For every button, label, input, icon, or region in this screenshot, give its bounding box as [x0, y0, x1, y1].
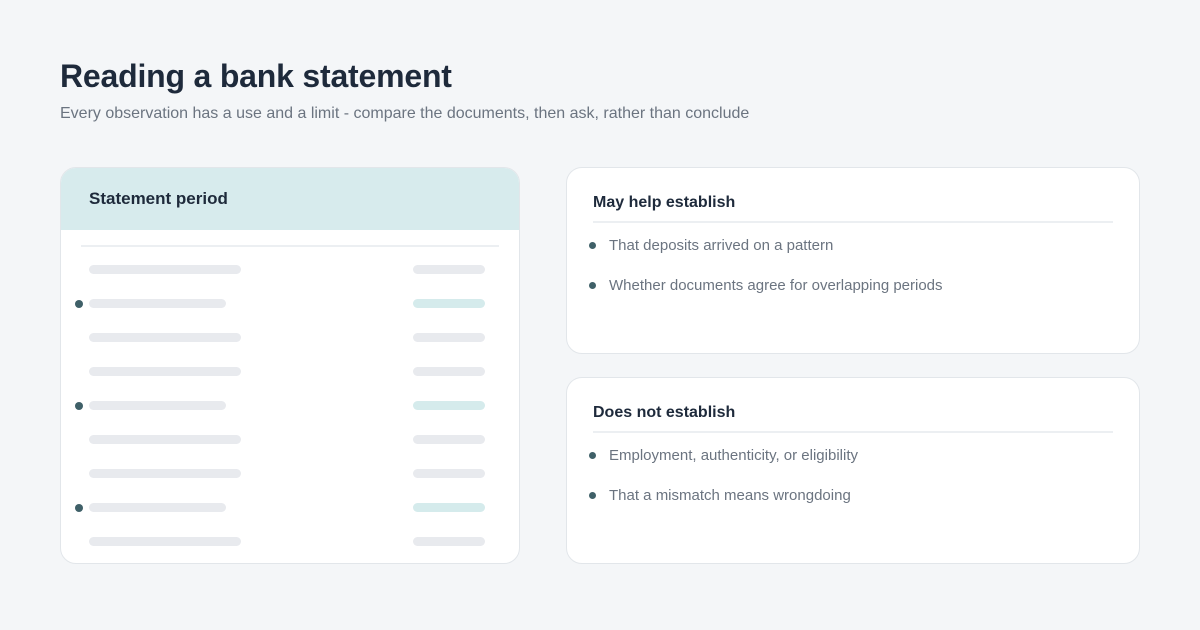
- statement-row: [61, 333, 519, 343]
- flag-dot-icon: [75, 402, 83, 410]
- bullet-icon: [589, 242, 596, 249]
- statement-row: [61, 435, 519, 445]
- bullet-icon: [589, 452, 596, 459]
- list-item-text: That a mismatch means wrongdoing: [609, 487, 851, 504]
- statement-row: [61, 367, 519, 377]
- list-item-text: Whether documents agree for overlapping …: [609, 277, 943, 294]
- row-description-placeholder: [89, 299, 226, 308]
- row-description-placeholder: [89, 367, 241, 376]
- page-subtitle: Every observation has a use and a limit …: [60, 105, 750, 122]
- row-description-placeholder: [89, 469, 241, 478]
- statement-row-flagged: [61, 299, 519, 309]
- row-description-placeholder: [89, 401, 226, 410]
- row-amount-placeholder: [413, 401, 485, 410]
- list-item: Whether documents agree for overlapping …: [589, 276, 943, 316]
- row-amount-placeholder: [413, 503, 485, 512]
- statement-rows: [61, 168, 519, 563]
- does-not-list: Employment, authenticity, or eligibility…: [589, 446, 858, 526]
- row-amount-placeholder: [413, 299, 485, 308]
- statement-mockup: Statement period: [60, 167, 520, 564]
- may-help-card: May help establish That deposits arrived…: [566, 167, 1140, 354]
- row-description-placeholder: [89, 333, 241, 342]
- does-not-title: Does not establish: [593, 404, 736, 421]
- row-amount-placeholder: [413, 367, 485, 376]
- list-item-text: Employment, authenticity, or eligibility: [609, 447, 858, 464]
- row-description-placeholder: [89, 537, 241, 546]
- does-not-card: Does not establish Employment, authentic…: [566, 377, 1140, 564]
- row-amount-placeholder: [413, 469, 485, 478]
- does-not-divider: [593, 431, 1113, 433]
- row-description-placeholder: [89, 503, 226, 512]
- bullet-icon: [589, 282, 596, 289]
- bullet-icon: [589, 492, 596, 499]
- row-amount-placeholder: [413, 537, 485, 546]
- may-help-title: May help establish: [593, 194, 736, 211]
- page-title: Reading a bank statement: [60, 58, 452, 94]
- list-item: That deposits arrived on a pattern: [589, 236, 943, 276]
- list-item-text: That deposits arrived on a pattern: [609, 237, 834, 254]
- row-description-placeholder: [89, 265, 241, 274]
- row-amount-placeholder: [413, 435, 485, 444]
- list-item: Employment, authenticity, or eligibility: [589, 446, 858, 486]
- statement-row: [61, 265, 519, 275]
- list-item: That a mismatch means wrongdoing: [589, 486, 858, 526]
- statement-row-flagged: [61, 401, 519, 411]
- may-help-divider: [593, 221, 1113, 223]
- statement-row: [61, 537, 519, 547]
- row-amount-placeholder: [413, 333, 485, 342]
- row-amount-placeholder: [413, 265, 485, 274]
- flag-dot-icon: [75, 300, 83, 308]
- statement-row-flagged: [61, 503, 519, 513]
- flag-dot-icon: [75, 504, 83, 512]
- may-help-list: That deposits arrived on a pattern Wheth…: [589, 236, 943, 316]
- statement-row: [61, 469, 519, 479]
- row-description-placeholder: [89, 435, 241, 444]
